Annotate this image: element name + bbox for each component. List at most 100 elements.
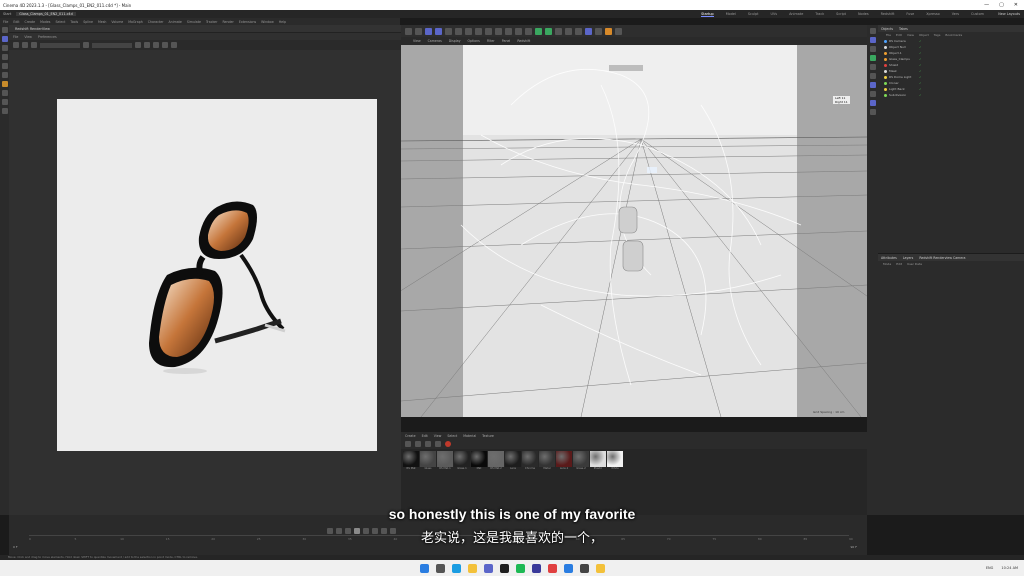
taskbar-edge-icon[interactable] [451,563,461,573]
layout-tab-uvs[interactable]: UVs [771,12,778,16]
layout-tab-custom[interactable]: Custom [971,12,984,16]
menu-animate[interactable]: Animate [169,20,182,24]
region-icon[interactable] [135,42,141,48]
new-layouts-button[interactable]: New Layouts [998,10,1020,18]
structure-icon[interactable] [869,91,876,97]
enabled-check-icon[interactable]: ✓ [919,81,922,85]
menu-extensions[interactable]: Extensions [239,20,256,24]
material-icon[interactable] [869,73,876,79]
scene-icon[interactable] [555,27,562,35]
menu-volume[interactable]: Volume [111,20,123,24]
menu-spline[interactable]: Spline [83,20,93,24]
taskbar-explorer-icon[interactable] [467,563,477,573]
layout-tab-model[interactable]: Model [726,12,736,16]
filter-icon[interactable] [415,441,421,447]
vp-menu-view[interactable]: View [413,39,421,43]
clock[interactable]: 10:24 AM [1001,566,1018,570]
material-swatch[interactable]: Plastic [590,451,606,470]
layers-icon[interactable] [869,82,876,88]
menu-mesh[interactable]: Mesh [98,20,106,24]
material-swatch[interactable]: RS Mat.1 [437,451,453,470]
camera-icon[interactable] [869,64,876,70]
layout-tab-nodes[interactable]: Nodes [858,12,869,16]
maximize-button[interactable]: ▢ [999,2,1004,8]
enabled-check-icon[interactable]: ✓ [919,45,922,49]
taskbar-app1-icon[interactable] [483,563,493,573]
light-icon[interactable] [575,27,582,35]
mat-menu-create[interactable]: Create [405,434,416,438]
scale-tool-icon[interactable] [1,45,8,51]
material-swatch[interactable]: Chrome [522,451,538,470]
grid-icon[interactable] [144,42,150,48]
enabled-check-icon[interactable]: ✓ [919,39,922,43]
layout-tab-track[interactable]: Track [815,12,824,16]
cloner-icon[interactable] [525,27,532,35]
taskbar-app3-icon[interactable] [531,563,541,573]
undo-icon[interactable] [405,27,412,35]
material-swatch[interactable]: Mat [471,451,487,470]
lock-icon[interactable] [162,42,168,48]
field-icon[interactable] [545,27,552,35]
attr-menu-mode[interactable]: Mode [883,262,891,266]
move-icon[interactable] [435,27,442,35]
taskbar-app5-icon[interactable] [563,563,573,573]
polygons-mode-icon[interactable] [1,90,8,96]
menu-tools[interactable]: Tools [70,20,78,24]
new-material-icon[interactable] [405,441,411,447]
attr-menu-userdata[interactable]: User Data [907,262,922,266]
layout-tab-script[interactable]: Script [836,12,846,16]
camera-icon[interactable] [565,27,572,35]
menu-edit[interactable]: Edit [13,20,19,24]
menu-simulate[interactable]: Simulate [187,20,201,24]
taskbar-app6-icon[interactable] [579,563,589,573]
mat-menu-edit[interactable]: Edit [422,434,428,438]
object-row[interactable]: Subdivision ✓ [878,92,1024,98]
vp-menu-cameras[interactable]: Cameras [428,39,442,43]
vp-menu-filter[interactable]: Filter [487,39,495,43]
obj-menu-view[interactable]: View [907,33,914,37]
taskbar-search-icon[interactable] [435,563,445,573]
render-settings-icon[interactable] [615,27,622,35]
settings-icon[interactable] [83,42,89,48]
rotate-tool-icon[interactable] [1,54,8,60]
tab-objects[interactable]: Objects [881,27,893,31]
menu-mograph[interactable]: MoGraph [128,20,142,24]
material-swatch[interactable]: Glass.1 [454,451,470,470]
tab-rs-camera[interactable]: Redshift Renderview Camera [919,256,965,260]
material-swatch[interactable]: RS Mat [403,451,419,470]
redo-icon[interactable] [415,27,422,35]
menu-create[interactable]: Create [25,20,36,24]
mat-menu-texture[interactable]: Texture [482,434,494,438]
edges-mode-icon[interactable] [1,81,8,87]
stop-icon[interactable] [22,42,28,48]
taskbar-windows-icon[interactable] [419,563,429,573]
redshift-icon[interactable] [605,27,612,35]
material-swatch[interactable]: Metal [539,451,555,470]
enabled-check-icon[interactable]: ✓ [919,57,922,61]
move-tool-icon[interactable] [1,36,8,42]
menu-character[interactable]: Character [148,20,164,24]
mat-menu-view[interactable]: View [434,434,442,438]
vp-menu-redshift[interactable]: Redshift [517,39,530,43]
aov-select[interactable] [40,42,80,48]
tag-icon[interactable] [869,55,876,61]
layout-tab-xpresso[interactable]: Xpresso [926,12,940,16]
menu-help[interactable]: Help [279,20,286,24]
enabled-check-icon[interactable]: ✓ [919,93,922,97]
menu-select[interactable]: Select [55,20,65,24]
rv-menu-view[interactable]: View [24,35,32,39]
obj-menu-tags[interactable]: Tags [934,33,941,37]
tab-attributes[interactable]: Attributes [881,256,897,260]
attr-menu-edit[interactable]: Edit [896,262,902,266]
select-icon[interactable] [425,27,432,35]
deformer-icon[interactable] [535,27,542,35]
tab-takes[interactable]: Takes [899,27,908,31]
panel-icon[interactable] [869,28,876,34]
coordinates-icon[interactable] [869,109,876,115]
language-indicator[interactable]: ENG [986,566,994,570]
minimize-button[interactable]: — [984,2,989,8]
close-button[interactable]: ✕ [1014,2,1018,8]
axis-y-icon[interactable] [475,27,482,35]
material-swatch[interactable]: Glass.2 [573,451,589,470]
material-swatch[interactable]: Lens.1 [556,451,572,470]
